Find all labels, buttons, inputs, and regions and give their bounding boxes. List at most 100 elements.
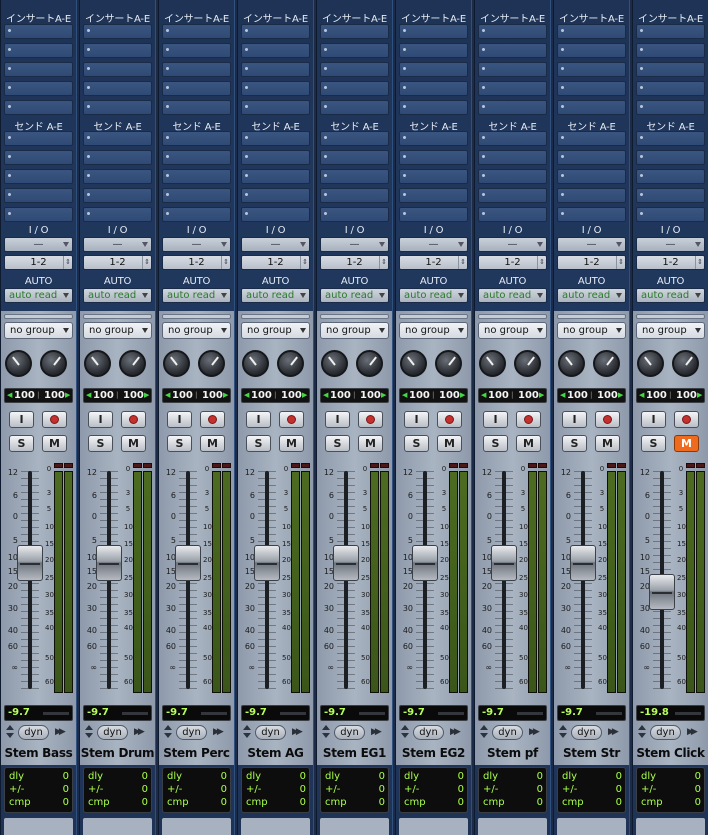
send-slot[interactable]	[478, 169, 547, 184]
pan-knob-left[interactable]	[5, 350, 32, 377]
track-name[interactable]: Stem pf	[475, 743, 550, 763]
clip-indicator[interactable]	[291, 463, 300, 468]
dyn-button[interactable]: dyn	[176, 725, 207, 740]
pan-knob-right[interactable]	[277, 350, 304, 377]
input-monitor-button[interactable]: I	[641, 411, 666, 428]
insert-slot[interactable]	[399, 43, 468, 58]
insert-slot[interactable]	[478, 81, 547, 96]
send-slot[interactable]	[399, 207, 468, 222]
insert-slot[interactable]	[636, 81, 705, 96]
track-height-toggle-icon[interactable]	[164, 725, 172, 739]
insert-slot[interactable]	[399, 62, 468, 77]
pan-knob-right[interactable]	[198, 350, 225, 377]
send-slot[interactable]	[399, 131, 468, 146]
pan-knob-right[interactable]	[40, 350, 67, 377]
insert-slot[interactable]	[162, 100, 231, 115]
automation-mode-select[interactable]: auto read	[557, 288, 626, 303]
mute-button[interactable]: M	[595, 435, 620, 452]
pan-value-display[interactable]: ◀ 100 | 100 ▶	[399, 388, 468, 403]
send-slot[interactable]	[636, 188, 705, 203]
insert-slot[interactable]	[162, 62, 231, 77]
send-slot[interactable]	[4, 169, 73, 184]
insert-slot[interactable]	[4, 43, 73, 58]
track-name[interactable]: Stem Click	[633, 743, 708, 763]
group-select[interactable]: no group	[83, 322, 152, 339]
pan-value-display[interactable]: ◀ 100 | 100 ▶	[557, 388, 626, 403]
record-arm-button[interactable]	[121, 411, 146, 428]
track-height-toggle-icon[interactable]	[638, 725, 646, 739]
input-selector[interactable]: —	[557, 237, 626, 252]
track-height-toggle-icon[interactable]	[85, 725, 93, 739]
send-slot[interactable]	[162, 131, 231, 146]
insert-slot[interactable]	[636, 100, 705, 115]
pan-knob-right[interactable]	[435, 350, 462, 377]
volume-readout[interactable]: -9.7	[399, 705, 468, 721]
insert-slot[interactable]	[636, 24, 705, 39]
comments-slot[interactable]	[4, 818, 73, 835]
pan-value-display[interactable]: ◀ 100 | 100 ▶	[320, 388, 389, 403]
output-selector[interactable]: 1-2 ⇕	[320, 255, 389, 270]
clip-indicator[interactable]	[538, 463, 547, 468]
send-slot[interactable]	[320, 150, 389, 165]
pan-knob-right[interactable]	[514, 350, 541, 377]
clip-indicator[interactable]	[696, 463, 705, 468]
comments-slot[interactable]	[636, 818, 705, 835]
mute-button[interactable]: M	[279, 435, 304, 452]
record-arm-button[interactable]	[437, 411, 462, 428]
dyn-button[interactable]: dyn	[255, 725, 286, 740]
input-selector[interactable]: —	[320, 237, 389, 252]
insert-slot[interactable]	[4, 100, 73, 115]
output-selector[interactable]: 1-2 ⇕	[241, 255, 310, 270]
input-selector[interactable]: —	[399, 237, 468, 252]
clip-indicator[interactable]	[54, 463, 63, 468]
mute-button[interactable]: M	[42, 435, 67, 452]
insert-slot[interactable]	[162, 43, 231, 58]
input-monitor-button[interactable]: I	[483, 411, 508, 428]
group-select[interactable]: no group	[162, 322, 231, 339]
send-slot[interactable]	[636, 150, 705, 165]
send-slot[interactable]	[636, 131, 705, 146]
insert-slot[interactable]	[557, 24, 626, 39]
insert-slot[interactable]	[399, 81, 468, 96]
send-slot[interactable]	[399, 169, 468, 184]
send-slot[interactable]	[83, 188, 152, 203]
pan-knob-left[interactable]	[163, 350, 190, 377]
expand-arrows-icon[interactable]: ▶▶	[371, 727, 382, 737]
mute-button[interactable]: M	[121, 435, 146, 452]
insert-slot[interactable]	[636, 62, 705, 77]
comments-slot[interactable]	[557, 818, 626, 835]
stepper-icon[interactable]: ⇕	[616, 256, 625, 269]
mute-button[interactable]: M	[516, 435, 541, 452]
group-select[interactable]: no group	[4, 322, 73, 339]
automation-mode-select[interactable]: auto read	[241, 288, 310, 303]
group-select[interactable]: no group	[557, 322, 626, 339]
input-selector[interactable]: —	[162, 237, 231, 252]
insert-slot[interactable]	[320, 43, 389, 58]
volume-readout[interactable]: -9.7	[4, 705, 73, 721]
group-select[interactable]: no group	[636, 322, 705, 339]
clip-indicator[interactable]	[64, 463, 73, 468]
insert-slot[interactable]	[636, 43, 705, 58]
track-name[interactable]: Stem Perc	[159, 743, 234, 763]
automation-mode-select[interactable]: auto read	[636, 288, 705, 303]
send-slot[interactable]	[241, 188, 310, 203]
insert-slot[interactable]	[478, 100, 547, 115]
send-slot[interactable]	[399, 150, 468, 165]
pan-knob-left[interactable]	[637, 350, 664, 377]
group-select[interactable]: no group	[478, 322, 547, 339]
stepper-icon[interactable]: ⇕	[300, 256, 309, 269]
send-slot[interactable]	[636, 207, 705, 222]
track-height-toggle-icon[interactable]	[243, 725, 251, 739]
output-selector[interactable]: 1-2 ⇕	[557, 255, 626, 270]
automation-mode-select[interactable]: auto read	[399, 288, 468, 303]
automation-mode-select[interactable]: auto read	[320, 288, 389, 303]
insert-slot[interactable]	[320, 24, 389, 39]
insert-slot[interactable]	[83, 24, 152, 39]
send-slot[interactable]	[83, 131, 152, 146]
dyn-button[interactable]: dyn	[571, 725, 602, 740]
insert-slot[interactable]	[162, 24, 231, 39]
volume-fader[interactable]	[412, 544, 438, 581]
clip-indicator[interactable]	[528, 463, 537, 468]
insert-slot[interactable]	[83, 81, 152, 96]
insert-slot[interactable]	[557, 43, 626, 58]
